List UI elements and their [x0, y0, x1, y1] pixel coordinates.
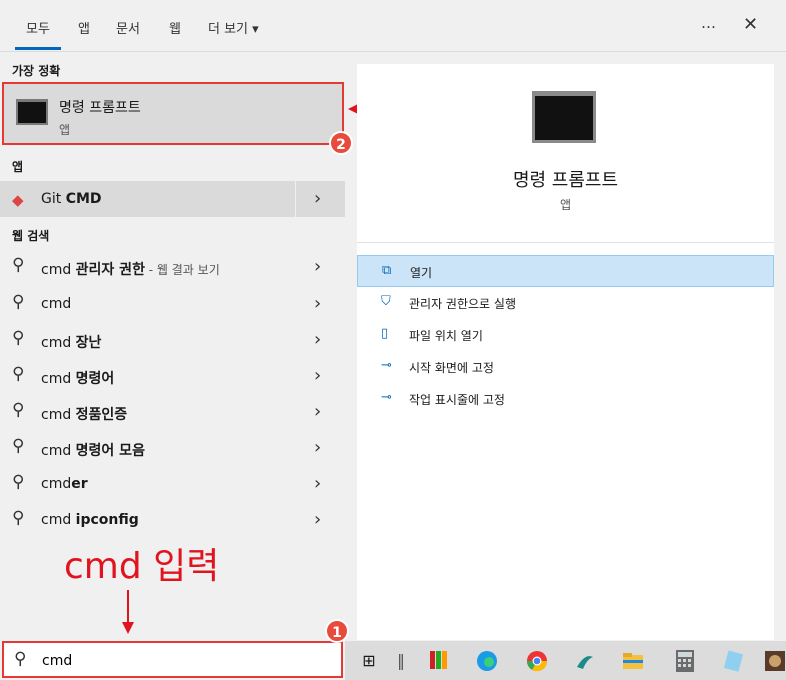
chrome-icon[interactable]: [525, 649, 549, 673]
result-bold: 정품인증: [75, 407, 128, 423]
action-pin-to-start[interactable]: ⊸ 시작 화면에 고정: [357, 351, 774, 383]
edge-icon[interactable]: [475, 649, 499, 673]
web-result-item[interactable]: ⚲ cmd 관리자 권한 - 웹 결과 보기 ›: [0, 249, 345, 285]
result-sub: - 웹 결과 보기: [144, 263, 220, 277]
task-view-icon[interactable]: ⊞: [357, 649, 381, 673]
tab-all[interactable]: 모두: [15, 18, 61, 50]
separator-icon: ‖: [397, 651, 405, 670]
notepad-icon[interactable]: [721, 649, 745, 673]
search-icon: ⚲: [12, 508, 25, 528]
search-icon: ⚲: [12, 472, 25, 492]
command-prompt-large-icon: [532, 91, 596, 143]
action-label: 시작 화면에 고정: [409, 361, 494, 375]
best-match-type: 앱: [59, 123, 71, 137]
action-open[interactable]: ⧉ 열기: [357, 255, 774, 287]
annotation-arrow-down: [122, 590, 134, 634]
taskbar: ⊞ ‖: [345, 641, 786, 680]
web-result-item[interactable]: ⚲ cmd 명령어 ›: [0, 358, 345, 394]
pin-icon: ⊸: [381, 358, 392, 373]
pin-icon: ⊸: [381, 390, 392, 405]
result-bold: er: [71, 476, 88, 492]
result-text: cmd: [41, 371, 76, 387]
winrar-icon[interactable]: [427, 649, 451, 673]
search-box[interactable]: ⚲: [2, 641, 343, 678]
web-result-item[interactable]: ⚲ cmder ›: [0, 466, 345, 502]
app-item-git-cmd[interactable]: ◆ Git CMD ›: [0, 181, 345, 217]
search-tab-bar: 모두 앱 문서 웹 더 보기 ▾ … ✕: [0, 0, 786, 52]
best-match-heading: 가장 정확: [12, 64, 61, 78]
tab-web[interactable]: 웹: [169, 18, 181, 37]
search-icon: ⚲: [12, 255, 25, 275]
step-badge-2: 2: [329, 131, 353, 155]
search-icon: ⚲: [12, 292, 25, 312]
annotation-input: cmd 입력: [64, 546, 220, 587]
command-prompt-icon: [16, 99, 48, 125]
app-label-bold: CMD: [65, 191, 102, 207]
result-bold: ipconfig: [75, 512, 139, 528]
shield-icon: ⛉: [381, 294, 391, 309]
chevron-right-icon[interactable]: ›: [314, 293, 321, 314]
action-pin-to-taskbar[interactable]: ⊸ 작업 표시줄에 고정: [357, 383, 774, 415]
divider: [357, 242, 774, 243]
best-match-item[interactable]: 명령 프롬프트 앱: [2, 82, 344, 145]
preview-panel: 명령 프롬프트 앱 ⧉ 열기 ⛉ 관리자 권한으로 실행 ▯ 파일 위치 열기 …: [357, 64, 774, 640]
chevron-right-icon[interactable]: ›: [314, 365, 321, 386]
folder-icon: ▯: [381, 326, 389, 341]
result-text: cmd: [41, 476, 72, 492]
result-bold: 장난: [75, 335, 102, 351]
action-label: 파일 위치 열기: [409, 329, 483, 343]
file-explorer-icon[interactable]: [621, 649, 645, 673]
calculator-icon[interactable]: [673, 649, 697, 673]
preview-name: 명령 프롬프트: [512, 170, 619, 191]
open-icon: ⧉: [382, 263, 392, 278]
best-match-name: 명령 프롬프트: [59, 100, 141, 116]
tab-apps[interactable]: 앱: [78, 18, 90, 37]
git-icon: ◆: [12, 191, 24, 209]
terminal-icon[interactable]: [573, 649, 597, 673]
chevron-right-icon[interactable]: ›: [314, 329, 321, 350]
chevron-right-icon[interactable]: ›: [314, 509, 321, 530]
app-icon[interactable]: [763, 649, 786, 673]
preview-type: 앱: [559, 198, 572, 212]
action-label: 작업 표시줄에 고정: [409, 393, 505, 407]
web-result-item[interactable]: ⚲ cmd 명령어 모음 ›: [0, 430, 345, 466]
chevron-right-icon[interactable]: ›: [314, 401, 321, 422]
chevron-right-icon[interactable]: ›: [314, 256, 321, 277]
search-icon: ⚲: [12, 400, 25, 420]
tab-documents[interactable]: 문서: [116, 18, 140, 37]
action-open-file-location[interactable]: ▯ 파일 위치 열기: [357, 319, 774, 351]
search-input[interactable]: [42, 651, 332, 671]
result-bold: 관리자 권한: [75, 262, 145, 278]
more-options-icon[interactable]: …: [701, 14, 718, 32]
search-icon: ⚲: [14, 649, 27, 669]
action-run-as-admin[interactable]: ⛉ 관리자 권한으로 실행: [357, 287, 774, 319]
chevron-right-icon[interactable]: ›: [314, 473, 321, 494]
chevron-right-icon[interactable]: ›: [314, 188, 321, 209]
row-divider: [295, 181, 296, 217]
web-search-heading: 웹 검색: [12, 229, 50, 243]
search-icon: ⚲: [12, 436, 25, 456]
search-icon: ⚲: [12, 364, 25, 384]
action-label: 열기: [410, 266, 433, 280]
search-icon: ⚲: [12, 328, 25, 348]
result-text: cmd: [41, 407, 76, 423]
result-text: cmd: [41, 512, 76, 528]
step-badge-1: 1: [325, 619, 349, 643]
app-label-plain: Git: [41, 191, 66, 207]
web-result-item[interactable]: ⚲ cmd ipconfig ›: [0, 502, 345, 538]
result-text: cmd: [41, 296, 72, 312]
apps-heading: 앱: [12, 160, 24, 174]
web-result-item[interactable]: ⚲ cmd 장난 ›: [0, 322, 345, 358]
result-bold: 명령어: [75, 371, 115, 387]
tab-more[interactable]: 더 보기 ▾: [208, 18, 259, 37]
chevron-right-icon[interactable]: ›: [314, 437, 321, 458]
result-text: cmd: [41, 443, 76, 459]
close-icon[interactable]: ✕: [743, 14, 758, 35]
result-bold: 명령어 모음: [75, 443, 145, 459]
action-label: 관리자 권한으로 실행: [409, 297, 516, 311]
result-text: cmd: [41, 335, 76, 351]
web-result-item[interactable]: ⚲ cmd 정품인증 ›: [0, 394, 345, 430]
web-result-item[interactable]: ⚲ cmd ›: [0, 286, 345, 322]
result-text: cmd: [41, 262, 76, 278]
